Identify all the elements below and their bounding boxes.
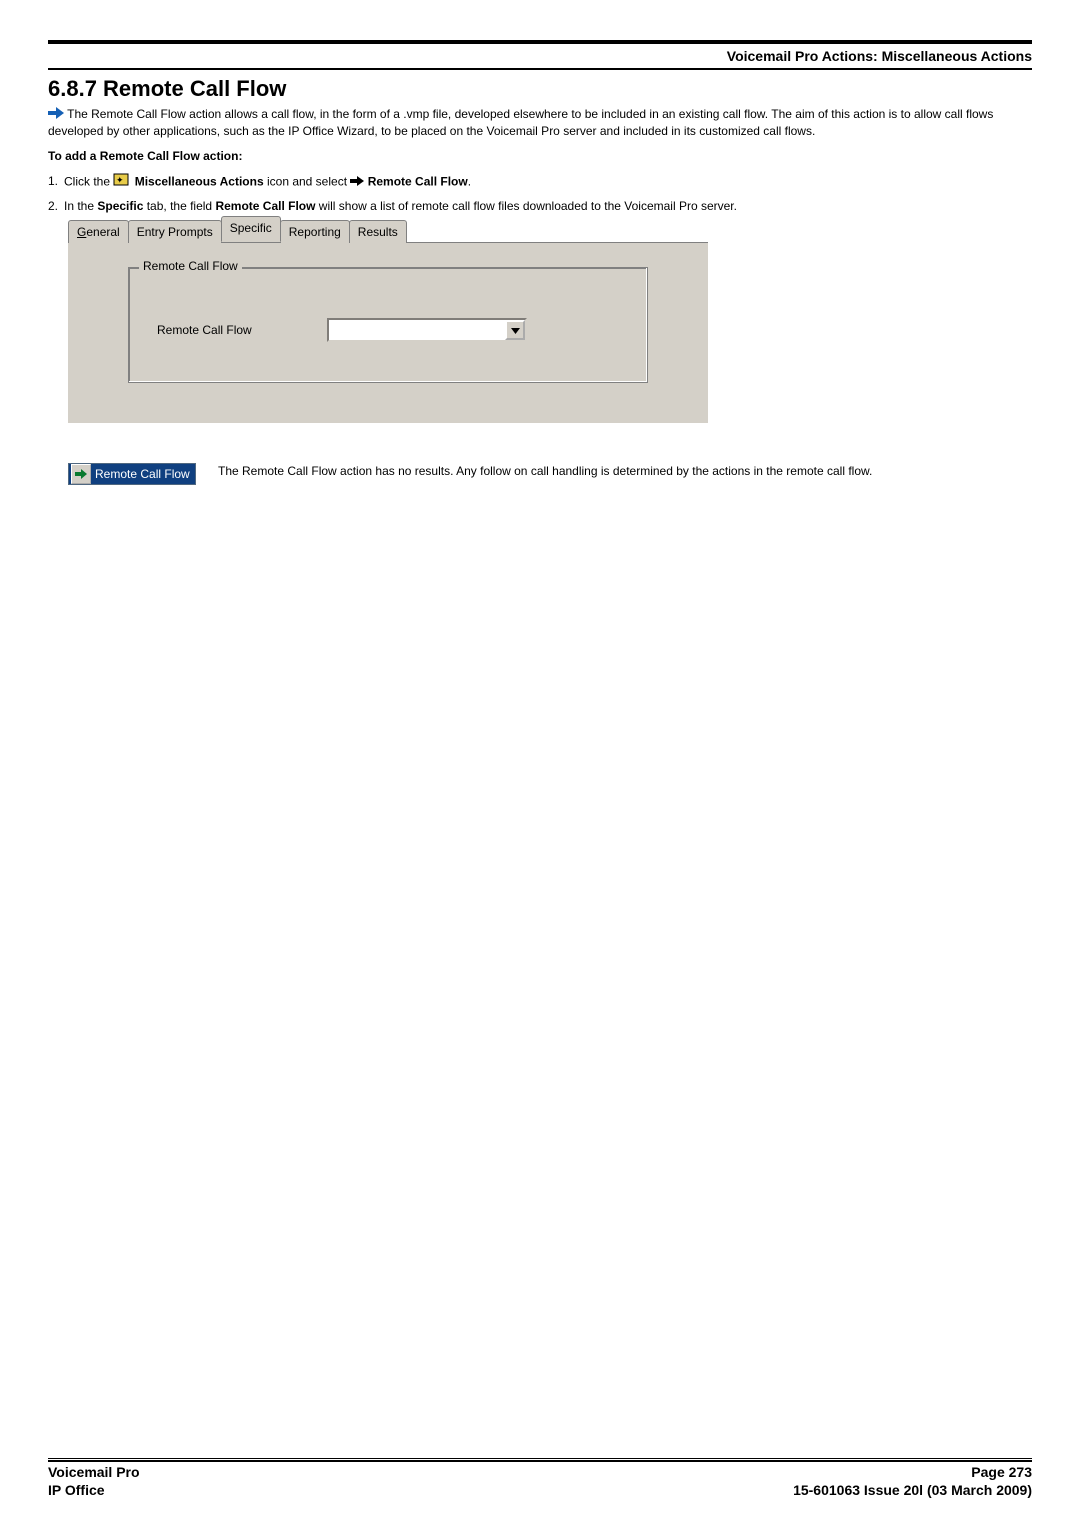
arrow-right-icon bbox=[71, 464, 91, 484]
step-1-text-a: Click the bbox=[64, 174, 113, 188]
tabstrip: General Entry Prompts Specific Reporting… bbox=[68, 218, 1032, 242]
step-2-number: 2. bbox=[48, 197, 64, 216]
step-2-rcf: Remote Call Flow bbox=[215, 199, 315, 213]
breadcrumb: Voicemail Pro Actions: Miscellaneous Act… bbox=[48, 48, 1032, 64]
footer-left-1: Voicemail Pro bbox=[48, 1464, 140, 1480]
step-2-specific: Specific bbox=[97, 199, 143, 213]
footer-right-1: Page 273 bbox=[971, 1464, 1032, 1480]
footer-right-2: 15-601063 Issue 20l (03 March 2009) bbox=[793, 1482, 1032, 1498]
page-title: 6.8.7 Remote Call Flow bbox=[48, 76, 1032, 102]
groupbox-label: Remote Call Flow bbox=[139, 259, 242, 273]
footer-left-2: IP Office bbox=[48, 1482, 105, 1498]
tab-specific[interactable]: Specific bbox=[221, 216, 281, 242]
subheading-add-action: To add a Remote Call Flow action: bbox=[48, 149, 1032, 163]
step-1-number: 1. bbox=[48, 172, 64, 191]
remote-call-flow-dropdown[interactable] bbox=[327, 318, 527, 342]
remote-call-flow-groupbox: Remote Call Flow Remote Call Flow bbox=[128, 267, 648, 383]
arrow-right-icon bbox=[350, 173, 364, 192]
step-2: 2.In the Specific tab, the field Remote … bbox=[48, 197, 1032, 216]
intro-text: The Remote Call Flow action allows a cal… bbox=[48, 107, 993, 138]
svg-text:✦: ✦ bbox=[116, 175, 124, 185]
tab-entry-prompts[interactable]: Entry Prompts bbox=[128, 220, 222, 243]
miscellaneous-actions-icon: ✦ bbox=[113, 171, 131, 193]
step-2-text-b: tab, the field bbox=[143, 199, 215, 213]
result-row: Remote Call Flow The Remote Call Flow ac… bbox=[68, 463, 1032, 485]
footer: Voicemail Pro Page 273 IP Office 15-6010… bbox=[48, 1458, 1032, 1498]
footer-rule-thick bbox=[48, 1460, 1032, 1462]
rule-top-thick bbox=[48, 40, 1032, 44]
remote-call-flow-result-chip: Remote Call Flow bbox=[68, 463, 196, 485]
step-1-text-end: . bbox=[468, 174, 471, 188]
step-1-text-mid: icon and select bbox=[264, 174, 351, 188]
intro-paragraph: The Remote Call Flow action allows a cal… bbox=[48, 106, 1032, 139]
rule-under-breadcrumb bbox=[48, 68, 1032, 70]
tab-general[interactable]: General bbox=[68, 220, 129, 243]
specific-tab-panel: Remote Call Flow Remote Call Flow bbox=[68, 242, 708, 423]
result-text: The Remote Call Flow action has no resul… bbox=[218, 463, 872, 479]
result-chip-label: Remote Call Flow bbox=[95, 467, 190, 481]
chevron-down-icon bbox=[511, 323, 520, 337]
step-1-remote-call-flow: Remote Call Flow bbox=[368, 174, 468, 188]
arrow-right-icon bbox=[48, 107, 64, 123]
step-2-text-a: In the bbox=[64, 199, 97, 213]
step-2-text-c: will show a list of remote call flow fil… bbox=[315, 199, 737, 213]
dropdown-button[interactable] bbox=[505, 320, 525, 340]
step-1-misc-actions: Miscellaneous Actions bbox=[135, 174, 264, 188]
remote-call-flow-field-label: Remote Call Flow bbox=[157, 323, 327, 337]
tab-reporting[interactable]: Reporting bbox=[280, 220, 350, 243]
step-1: 1.Click the ✦ Miscellaneous Actions icon… bbox=[48, 171, 1032, 193]
footer-rule-thin bbox=[48, 1458, 1032, 1459]
tab-results[interactable]: Results bbox=[349, 220, 407, 243]
